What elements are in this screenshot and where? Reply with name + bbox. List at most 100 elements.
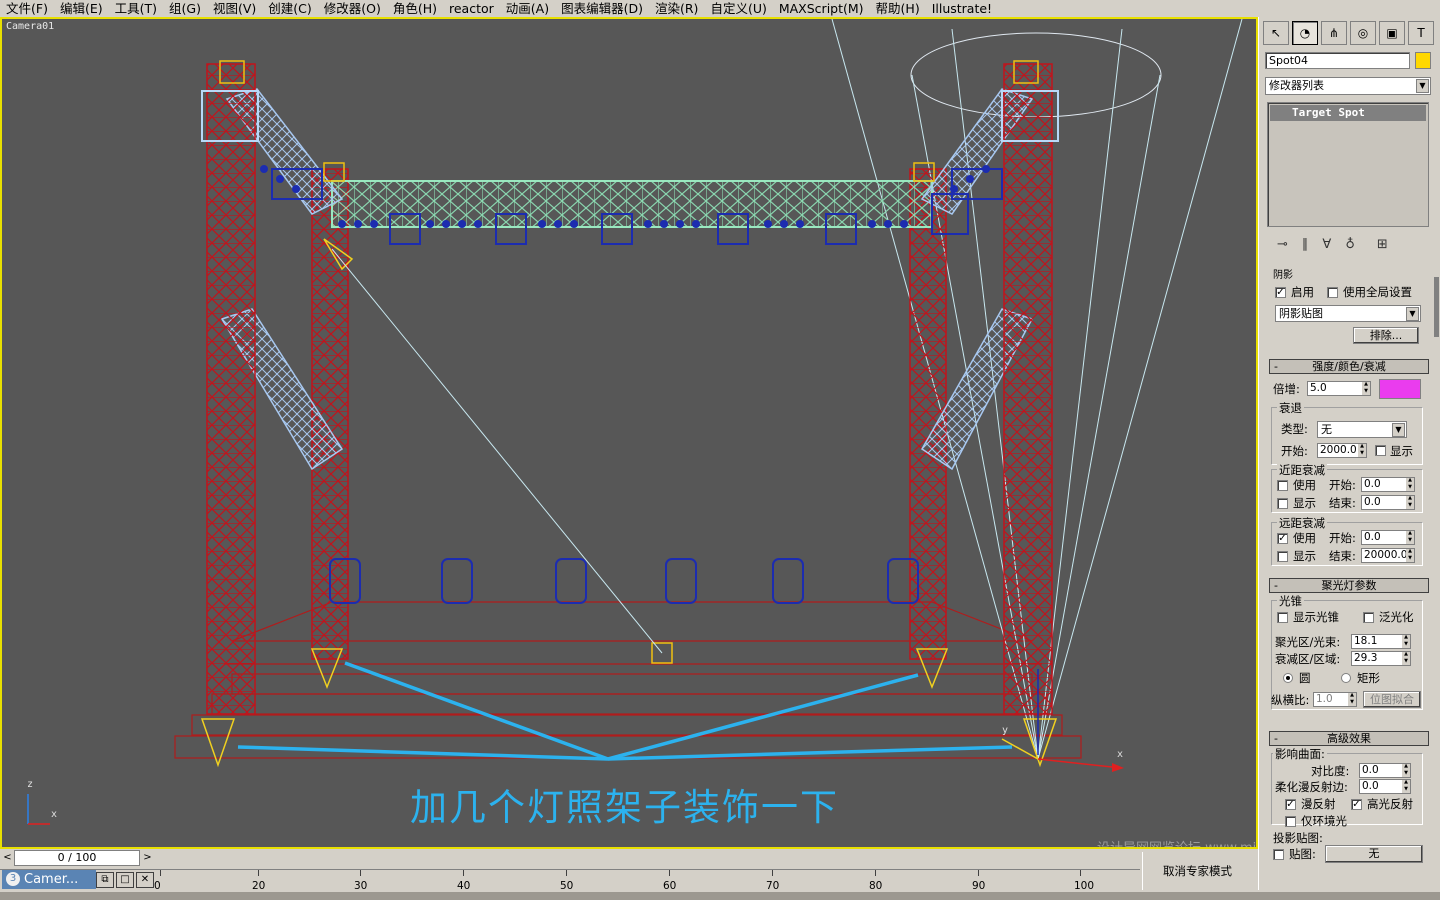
decay-type-dropdown[interactable]: 无 ▼ [1317,421,1407,438]
light-color-swatch[interactable] [1379,379,1421,399]
menu-item-11[interactable]: 渲染(R) [649,0,704,17]
shadow-enable-checkbox[interactable]: ✓ [1275,287,1286,298]
cancel-expert-mode-button[interactable]: 取消专家模式 [1142,852,1252,890]
menu-item-7[interactable]: 角色(H) [387,0,443,17]
menu-item-5[interactable]: 创建(C) [262,0,317,17]
truss-pillar-back-right [909,168,947,660]
far-end-spinner[interactable]: 20000.0 [1361,548,1415,563]
spotlight-rollout-label: 聚光灯参数 [1321,579,1377,592]
menu-item-1[interactable]: 编辑(E) [54,0,109,17]
advanced-rollout-title[interactable]: - 高级效果 [1269,731,1429,746]
menu-item-0[interactable]: 文件(F) [0,0,54,17]
truss-caps [201,90,1059,142]
restore-icon[interactable]: ⧉ [96,872,114,888]
light-fixtures-floor [329,558,919,604]
specular-checkbox[interactable]: ✓ [1351,799,1362,810]
menu-item-14[interactable]: 帮助(H) [870,0,926,17]
global-settings-checkbox[interactable] [1327,287,1338,298]
overshoot-checkbox[interactable] [1363,612,1374,623]
circle-label: 圆 [1299,671,1311,685]
camera-viewport[interactable]: Camera01 z x x y 加几个灯照架子装饰一下 设计导网网览论坛 ww… [0,17,1258,849]
falloff-spinner[interactable]: 29.3 [1351,651,1411,666]
close-icon[interactable]: ✕ [136,872,154,888]
timeline-tick-label: 0 [154,880,161,892]
bitmap-fit-button[interactable]: 位图拟合 [1363,691,1421,708]
chevron-down-icon: ▼ [1392,423,1405,437]
menu-item-6[interactable]: 修改器(O) [318,0,387,17]
far-show-checkbox[interactable] [1277,551,1288,562]
exclude-button[interactable]: 排除... [1353,327,1419,344]
time-slider[interactable]: 0 / 100 [14,850,140,866]
configure-sets-icon[interactable]: ⊞ [1377,237,1388,252]
circle-radio[interactable] [1283,673,1293,683]
menu-item-12[interactable]: 自定义(U) [704,0,772,17]
modifier-list-label: 修改器列表 [1269,79,1324,92]
hierarchy-tab[interactable]: ⋔ [1321,21,1347,45]
rollout-panel[interactable]: 阴影 ✓ 启用 使用全局设置 阴影贴图 ▼ 排除... - 强度/颜色/衰减 倍… [1263,269,1433,879]
multiplier-spinner[interactable]: 5.0 [1307,381,1371,396]
far-use-checkbox[interactable]: ✓ [1277,533,1288,544]
contrast-spinner[interactable]: 0.0 [1359,763,1411,778]
viewport-label[interactable]: Camera01 [6,21,54,32]
hotspot-spinner[interactable]: 18.1 [1351,634,1411,649]
object-color-swatch[interactable] [1415,52,1431,69]
falloff-label: 衰减区/区域: [1275,652,1341,666]
display-tab[interactable]: ▣ [1379,21,1405,45]
utilities-tab[interactable]: T [1408,21,1434,45]
show-cone-checkbox[interactable] [1277,612,1288,623]
near-use-checkbox[interactable] [1277,480,1288,491]
near-show-checkbox[interactable] [1277,498,1288,509]
menu-item-10[interactable]: 图表编辑器(D) [555,0,649,17]
spotlight-rollout-title[interactable]: - 聚光灯参数 [1269,578,1429,593]
show-end-result-icon[interactable]: ∥ [1302,237,1309,252]
make-unique-icon[interactable]: ∀ [1322,237,1331,252]
rectangle-radio[interactable] [1341,673,1351,683]
cursor-icon: ↖ [1270,26,1282,40]
modifier-list-dropdown[interactable]: 修改器列表 ▼ [1265,77,1431,95]
menu-item-3[interactable]: 组(G) [163,0,207,17]
modifier-stack[interactable]: Target Spot [1267,102,1429,227]
timeline-tick-label: 100 [1074,880,1095,892]
timeline-tick-label: 50 [560,880,574,892]
menu-item-4[interactable]: 视图(V) [207,0,262,17]
decay-show-checkbox[interactable] [1375,445,1386,456]
create-tab[interactable]: ↖ [1263,21,1289,45]
near-end-spinner[interactable]: 0.0 [1361,495,1415,510]
diffuse-checkbox[interactable]: ✓ [1285,799,1296,810]
near-end-label: 结束: [1329,496,1356,510]
projector-map-checkbox[interactable] [1273,849,1284,860]
remove-modifier-icon[interactable]: ♁ [1345,237,1355,252]
menu-item-13[interactable]: MAXScript(M) [773,0,870,17]
decay-start-spinner[interactable]: 2000.0 [1317,443,1367,458]
taskbar-camera-button[interactable]: 3 Camer... [2,870,96,889]
stack-item-target-spot[interactable]: Target Spot [1270,105,1426,121]
object-name-field[interactable]: Spot04 [1265,52,1410,69]
far-show-label: 显示 [1293,549,1316,563]
shadow-type-dropdown[interactable]: 阴影贴图 ▼ [1275,305,1421,322]
rectangle-label: 矩形 [1357,671,1380,685]
near-start-spinner[interactable]: 0.0 [1361,477,1415,492]
pin-stack-icon[interactable]: ⊸ [1277,237,1288,252]
motion-tab[interactable]: ◎ [1350,21,1376,45]
next-frame-icon[interactable]: > [141,850,154,866]
soften-spinner[interactable]: 0.0 [1359,779,1411,794]
ambient-only-checkbox[interactable] [1285,816,1296,827]
light-target-line [331,248,663,654]
far-start-spinner[interactable]: 0.0 [1361,530,1415,545]
aspect-spinner[interactable]: 1.0 [1313,692,1357,707]
collapse-icon: - [1274,360,1278,373]
intensity-rollout-title[interactable]: - 强度/颜色/衰减 [1269,359,1429,374]
panel-scrollbar[interactable] [1434,277,1439,337]
modify-tab[interactable]: ◔ [1292,21,1318,45]
menu-item-8[interactable]: reactor [443,0,500,17]
far-start-label: 开始: [1329,531,1356,545]
timeline-tick-label: 60 [663,880,677,892]
scene-wireframe[interactable] [2,19,1256,847]
maximize-icon[interactable]: □ [116,872,134,888]
menu-item-15[interactable]: Illustrate! [926,0,998,17]
projector-map-button[interactable]: 无 [1325,845,1423,863]
menu-item-9[interactable]: 动画(A) [500,0,555,17]
menu-item-2[interactable]: 工具(T) [109,0,163,17]
prev-frame-icon[interactable]: < [1,850,14,866]
track-bar[interactable]: 0 20 30 40 50 60 70 80 90 100 [0,869,1140,892]
